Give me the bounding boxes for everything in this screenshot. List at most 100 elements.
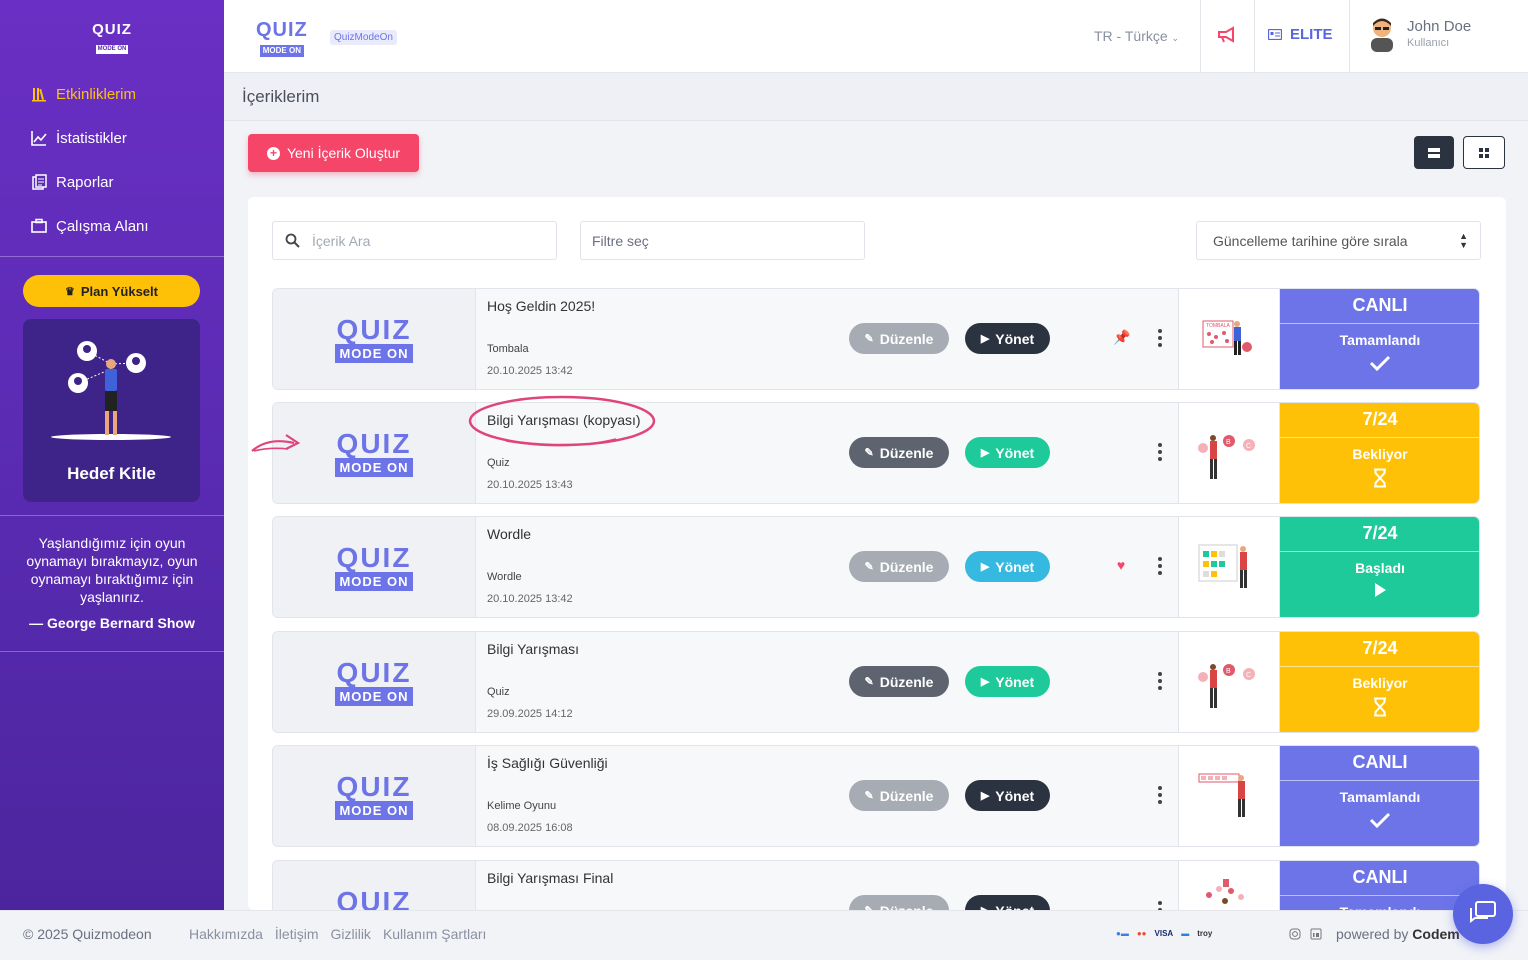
search-box[interactable]: [272, 221, 557, 260]
linkedin-icon[interactable]: [1310, 928, 1322, 940]
sidebar-divider: [0, 515, 224, 516]
pin-icon[interactable]: 📌: [1113, 329, 1130, 345]
sidebar-item-label: İstatistikler: [56, 129, 127, 147]
new-content-button[interactable]: + Yeni İçerik Oluştur: [248, 134, 419, 172]
content-title[interactable]: Hoş Geldin 2025!: [487, 298, 595, 314]
check-icon: [1280, 354, 1479, 376]
header-logo[interactable]: QUIZ MODE ON: [256, 20, 308, 58]
edit-button[interactable]: ✎Düzenle: [849, 895, 949, 910]
sidebar-logo[interactable]: QUIZ MODE ON: [90, 22, 134, 55]
footer-link-gizlilik[interactable]: Gizlilik: [330, 926, 370, 942]
content-type: Quiz: [487, 686, 510, 698]
edit-button[interactable]: ✎Düzenle: [849, 780, 949, 811]
more-options-icon[interactable]: [1153, 441, 1167, 463]
logo-modeon-text: MODE ON: [95, 45, 129, 54]
thumbnail-modeon-text: MODE ON: [335, 571, 413, 591]
briefcase-icon: [30, 217, 48, 235]
instagram-icon[interactable]: [1289, 928, 1301, 940]
content-title[interactable]: Bilgi Yarışması: [487, 641, 579, 657]
plan-upgrade-button[interactable]: ♛ Plan Yükselt: [23, 275, 200, 307]
content-row[interactable]: QUIZ MODE ON Bilgi Yarışması Quiz 29.09.2025…: [272, 631, 1480, 733]
thumbnail-modeon-text: MODE ON: [335, 686, 413, 706]
content-title[interactable]: Bilgi Yarışması Final: [487, 870, 613, 886]
crown-icon: ♛: [65, 285, 75, 298]
sidebar-item-calisma-alani[interactable]: Çalışma Alanı: [0, 204, 224, 248]
content-thumbnail[interactable]: QUIZMODE ON: [273, 289, 476, 389]
filter-box[interactable]: [580, 221, 865, 260]
svg-text:B: B: [1226, 668, 1231, 675]
content-thumbnail[interactable]: QUIZMODE ON: [273, 746, 476, 846]
manage-button[interactable]: ▶Yönet: [965, 666, 1050, 697]
logo-quiz-text: QUIZ: [256, 19, 308, 41]
chat-button[interactable]: [1453, 884, 1513, 944]
sidebar-nav: Etkinliklerim İstatistikler Raporlar Çal…: [0, 72, 224, 248]
plan-upgrade-label: Plan Yükselt: [80, 283, 158, 299]
more-options-icon[interactable]: [1153, 327, 1167, 349]
edit-button[interactable]: ✎Düzenle: [849, 551, 949, 582]
footer-link-kullanim-sartlari[interactable]: Kullanım Şartları: [383, 926, 486, 942]
sidebar-item-istatistikler[interactable]: İstatistikler: [0, 116, 224, 160]
manage-label: Yönet: [995, 444, 1035, 461]
more-options-icon[interactable]: [1153, 670, 1167, 692]
plan-badge[interactable]: ELITE: [1268, 26, 1333, 43]
content-title[interactable]: İş Sağlığı Güvenliği: [487, 755, 608, 771]
filter-input[interactable]: [592, 232, 864, 249]
edit-button[interactable]: ✎Düzenle: [849, 323, 949, 354]
manage-label: Yönet: [995, 330, 1035, 347]
more-options-icon[interactable]: [1153, 899, 1167, 910]
language-select[interactable]: TR - Türkçe ⌄: [1094, 28, 1179, 44]
powered-brand[interactable]: Codem: [1412, 926, 1459, 942]
edit-button[interactable]: ✎Düzenle: [849, 666, 949, 697]
status-mode: 7/24: [1280, 632, 1479, 667]
status-mode: CANLI: [1280, 861, 1479, 896]
manage-button[interactable]: ▶Yönet: [965, 895, 1050, 910]
more-options-icon[interactable]: [1153, 784, 1167, 806]
content-thumbnail[interactable]: QUIZMODE ON: [273, 861, 476, 910]
avatar[interactable]: [1368, 16, 1396, 52]
sidebar-item-label: Çalışma Alanı: [56, 217, 149, 235]
content-row[interactable]: QUIZ MODE ON Bilgi Yarışması (kopyası) Quiz…: [272, 402, 1480, 504]
footer-link-iletisim[interactable]: İletişim: [275, 926, 319, 942]
top-header: QUIZ MODE ON QuizModeOn TR - Türkçe ⌄ EL…: [224, 0, 1528, 73]
footer-link-hakkimizda[interactable]: Hakkımızda: [189, 926, 263, 942]
heart-icon[interactable]: ♥: [1113, 557, 1129, 573]
edit-button[interactable]: ✎Düzenle: [849, 437, 949, 468]
content-thumbnail[interactable]: QUIZMODE ON: [273, 632, 476, 732]
manage-button[interactable]: ▶Yönet: [965, 437, 1050, 468]
content-row[interactable]: QUIZMODE ON Bilgi Yarışması Final ✎Düzenle…: [272, 860, 1480, 910]
search-input[interactable]: [312, 232, 556, 249]
target-audience-title: Hedef Kitle: [67, 464, 156, 483]
library-icon: [30, 85, 48, 103]
manage-button[interactable]: ▶Yönet: [965, 780, 1050, 811]
play-icon: ▶: [980, 561, 990, 573]
sort-select[interactable]: Güncelleme tarihine göre sırala ▲ ▼: [1196, 221, 1481, 260]
edit-label: Düzenle: [880, 903, 934, 911]
target-audience-card[interactable]: Hedef Kitle: [23, 319, 200, 502]
thumbnail-quiz-text: QUIZ: [336, 541, 412, 573]
more-options-icon[interactable]: [1153, 555, 1167, 577]
content-title[interactable]: Wordle: [487, 526, 531, 542]
megaphone-icon[interactable]: [1216, 24, 1238, 46]
user-name[interactable]: John Doe: [1407, 18, 1471, 35]
edit-label: Düzenle: [879, 330, 934, 347]
grid-view-button[interactable]: [1463, 136, 1505, 169]
play-icon: ▶: [980, 790, 990, 802]
id-card-icon: [1268, 29, 1282, 40]
content-type: Quiz: [487, 457, 510, 469]
sidebar-item-etkinliklerim[interactable]: Etkinliklerim: [0, 72, 224, 116]
list-view-button[interactable]: [1414, 136, 1454, 169]
sidebar-item-raporlar[interactable]: Raporlar: [0, 160, 224, 204]
content-row[interactable]: QUIZ MODE ON İş Sağlığı Güvenliği Kelime Oy…: [272, 745, 1480, 847]
sidebar: QUIZ MODE ON Etkinliklerim İstatistikler…: [0, 0, 224, 910]
thumbnail-quiz-text: QUIZ: [336, 656, 412, 688]
content-thumbnail[interactable]: QUIZMODE ON: [273, 517, 476, 617]
manage-button[interactable]: ▶Yönet: [965, 551, 1050, 582]
status-mode: 7/24: [1280, 403, 1479, 438]
plan-label: ELITE: [1290, 26, 1333, 43]
content-type: Kelime Oyunu: [487, 800, 557, 812]
edit-label: Düzenle: [879, 787, 934, 804]
content-row[interactable]: QUIZ MODE ON Hoş Geldin 2025! Tombala 20.10.…: [272, 288, 1480, 390]
content-date: 20.10.2025 13:43: [487, 479, 573, 491]
manage-button[interactable]: ▶Yönet: [965, 323, 1050, 354]
content-row[interactable]: QUIZ MODE ON Wordle Wordle 20.10.2025 13:42 ✎…: [272, 516, 1480, 618]
